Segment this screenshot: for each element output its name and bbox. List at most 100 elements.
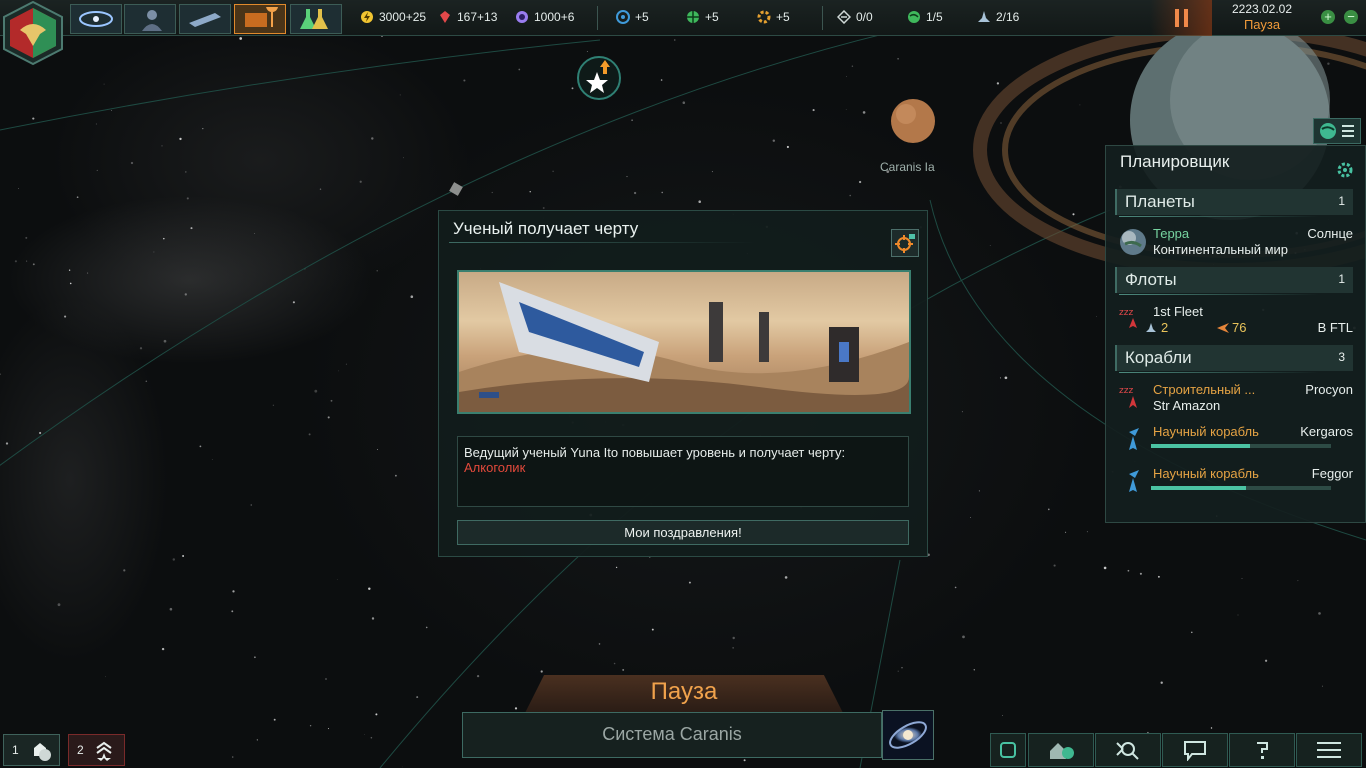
section-count: 3 — [1338, 350, 1345, 364]
search-button[interactable] — [1095, 733, 1161, 767]
camera-target-icon — [895, 234, 915, 253]
ship-row[interactable]: Научный корабль Feggor — [1115, 466, 1353, 498]
fleets-nav-button[interactable] — [179, 4, 231, 34]
speed-up-button[interactable]: + — [1321, 10, 1335, 24]
section-label: Флоты — [1125, 270, 1177, 289]
situation-log-nav-button[interactable] — [234, 4, 286, 34]
minerals-value: 167+13 — [457, 10, 498, 24]
military-button[interactable]: 2 — [68, 734, 125, 766]
congratulations-button[interactable]: Мои поздравления! — [457, 520, 909, 545]
fleet-ships-value: 2 — [1161, 320, 1169, 335]
caranis-ia-planet[interactable] — [891, 99, 935, 143]
leaders-nav-button[interactable] — [124, 4, 176, 34]
sector-count: 1 — [12, 743, 19, 757]
globe-icon — [1320, 123, 1336, 139]
fleet-ship-count: 2 — [1146, 320, 1169, 335]
pause-button[interactable] — [1150, 0, 1212, 36]
planets-counter[interactable]: 1/5 — [907, 10, 943, 24]
ship-row[interactable]: zzz Строительный ... Procyon Str Amazon — [1115, 382, 1353, 414]
influence-resource[interactable]: 1000+6 — [515, 10, 574, 24]
society-research-icon — [687, 11, 699, 23]
minerals-resource[interactable]: 167+13 — [438, 10, 497, 24]
ships-section-header[interactable]: Корабли 3 — [1115, 345, 1353, 373]
pause-banner: Пауза — [525, 675, 843, 713]
dialog-title: Ученый получает черту — [453, 219, 639, 238]
slow-down-button[interactable]: − — [1344, 10, 1358, 24]
influence-value: 1000+6 — [534, 10, 575, 24]
fleet-row[interactable]: zzz 1st Fleet 2 76 В FTL — [1115, 304, 1353, 336]
planet-label: Caranis Ia — [880, 160, 935, 174]
help-button[interactable] — [1229, 733, 1295, 767]
list-icon — [1342, 125, 1354, 137]
outposts-counter[interactable]: 0/0 — [837, 10, 873, 24]
engineering-research[interactable]: +5 — [757, 10, 790, 24]
planet-row[interactable]: Терра Солнце Континентальный мир — [1115, 226, 1353, 260]
planets-icon — [908, 11, 920, 23]
survey-progress-bar — [1151, 444, 1331, 448]
outliner-title: Планировщик — [1120, 152, 1230, 171]
fleet-state: В FTL — [1317, 320, 1353, 335]
star-system-marker[interactable] — [577, 56, 621, 100]
ship-sprite[interactable] — [449, 182, 463, 196]
fleets-section-header[interactable]: Флоты 1 — [1115, 267, 1353, 295]
map-pin-icon — [245, 7, 278, 27]
galaxy-nav-button[interactable] — [70, 4, 122, 34]
ship-location: Procyon — [1305, 382, 1353, 397]
event-description: Ведущий ученый Yuna Ito повышает уровень… — [457, 436, 909, 507]
ship-subname: Str Amazon — [1153, 398, 1221, 413]
planets-section-header[interactable]: Планеты 1 — [1115, 189, 1353, 217]
section-count: 1 — [1338, 272, 1345, 286]
hamburger-menu-icon — [1317, 742, 1341, 758]
society-research[interactable]: +5 — [686, 10, 719, 24]
section-underline — [1119, 294, 1319, 295]
science-ship-icon — [1129, 428, 1139, 450]
sleeping-construction-ship-icon: zzz — [1119, 386, 1137, 408]
section-label: Планеты — [1125, 192, 1195, 211]
gear-icon[interactable] — [1337, 162, 1353, 178]
society-value: +5 — [705, 10, 719, 24]
ship-icon — [189, 13, 221, 27]
planet-building-icon — [34, 743, 51, 761]
ship-count-icon — [1146, 323, 1156, 332]
physics-research-icon — [616, 10, 630, 24]
planet-system: Солнце — [1307, 226, 1353, 241]
leader-icon — [142, 10, 162, 31]
fleet-capacity-value: 2/16 — [996, 10, 1020, 24]
energy-resource[interactable]: 3000+25 — [360, 10, 426, 24]
svg-text:zzz: zzz — [1119, 386, 1133, 396]
event-dialog: Ученый получает черту Ведущий ученый Yun… — [438, 210, 928, 557]
fleet-capacity-icon — [978, 11, 990, 22]
search-icon — [1116, 742, 1139, 760]
physics-research[interactable]: +5 — [616, 10, 649, 24]
title-underline — [449, 242, 755, 243]
pause-icon — [1174, 9, 1188, 27]
planet-home-icon — [1050, 743, 1074, 759]
sectors-button[interactable]: 1 — [3, 734, 60, 766]
spiral-galaxy-icon — [889, 721, 927, 749]
current-system-button[interactable]: Система Caranis — [462, 712, 882, 758]
earth-planet-icon — [1120, 229, 1146, 255]
energy-value: 3000+25 — [379, 10, 427, 24]
planets-view-button[interactable] — [1028, 733, 1094, 767]
galaxy-view-button[interactable] — [882, 710, 934, 760]
physics-value: +5 — [635, 10, 649, 24]
camera-focus-button[interactable] — [891, 229, 919, 257]
outliner-panel: Планировщик Планеты 1 Терра Солнце Конти… — [1105, 145, 1366, 523]
outliner-toggle-button[interactable] — [1313, 118, 1361, 144]
flask-icon — [300, 9, 328, 29]
separator — [822, 6, 823, 30]
star-icon — [586, 60, 610, 93]
game-date[interactable]: 2223.02.02 Пауза — [1214, 2, 1310, 34]
main-menu-button[interactable] — [1296, 733, 1362, 767]
empire-emblem[interactable] — [0, 0, 66, 66]
technology-nav-button[interactable] — [290, 4, 342, 34]
ship-name: Научный корабль — [1153, 466, 1259, 481]
messages-button[interactable] — [1162, 733, 1228, 767]
minerals-icon — [440, 11, 450, 23]
engineering-value: +5 — [776, 10, 790, 24]
section-underline — [1119, 372, 1319, 373]
focus-button[interactable] — [990, 733, 1026, 767]
fleet-capacity-counter[interactable]: 2/16 — [977, 10, 1019, 24]
ship-row[interactable]: Научный корабль Kergaros — [1115, 424, 1353, 456]
separator — [597, 6, 598, 30]
